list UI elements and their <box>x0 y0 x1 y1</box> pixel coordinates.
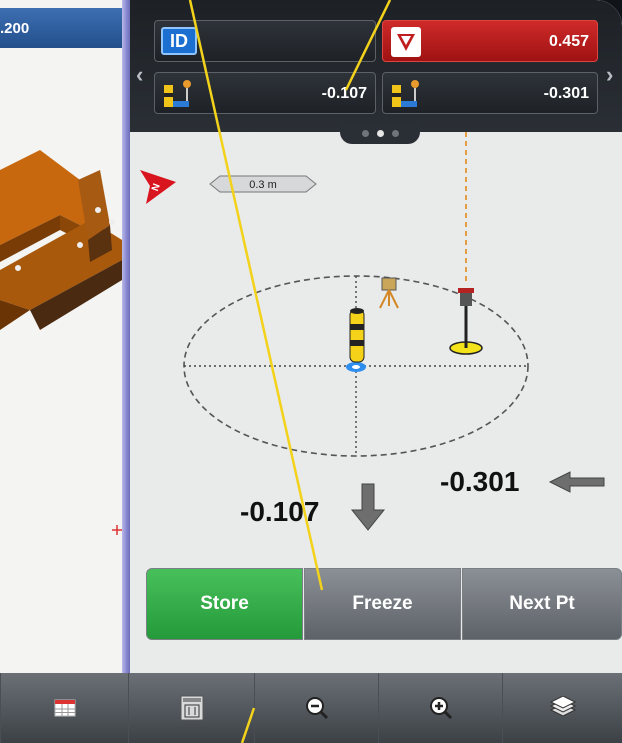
cut-triangle-icon <box>391 27 421 57</box>
id-badge: ID <box>161 27 197 55</box>
cut-fill-field[interactable]: 0.457 <box>382 20 598 62</box>
layers-icon <box>549 696 576 717</box>
offset-rod-icon <box>392 80 419 107</box>
beam-model <box>0 150 122 330</box>
id-field[interactable]: ID <box>154 20 376 62</box>
calculator-button[interactable] <box>128 673 254 743</box>
table-button[interactable] <box>0 673 128 743</box>
offset-right-value: -0.301 <box>543 85 589 102</box>
offset-right-field[interactable]: -0.301 <box>382 72 598 114</box>
layers-button[interactable] <box>502 673 622 743</box>
map-view[interactable]: .200 <box>0 0 130 673</box>
offset-left-value: -0.107 <box>321 85 367 102</box>
zoom-in-button[interactable] <box>378 673 502 743</box>
right-offset-label: -0.301 <box>440 466 520 497</box>
zoom-out-icon <box>305 697 328 720</box>
readout-header: ‹ › ID 0.457 -0.107 -0.301 <box>130 0 622 132</box>
down-offset-label: -0.107 <box>240 496 320 527</box>
next-point-button[interactable]: Next Pt <box>462 568 622 640</box>
prev-page-icon[interactable]: ‹ <box>136 62 143 88</box>
bottom-toolbar <box>0 673 622 743</box>
stakeout-graphic[interactable]: N 0.3 m -0.301 -0.107 <box>130 132 622 562</box>
cut-fill-value: 0.457 <box>548 33 589 50</box>
scale-bar: 0.3 m <box>209 175 317 193</box>
freeze-button[interactable]: Freeze <box>304 568 461 640</box>
offset-left-field[interactable]: -0.107 <box>154 72 376 114</box>
svg-text:0.3 m: 0.3 m <box>249 179 277 191</box>
store-button[interactable]: Store <box>146 568 303 640</box>
stakeout-panel: ‹ › ID 0.457 -0.107 -0.301 N 0.3 m -0.30… <box>130 0 622 673</box>
zoom-out-button[interactable] <box>254 673 378 743</box>
offset-rod-icon <box>164 80 191 107</box>
table-icon <box>54 699 75 717</box>
panel-divider[interactable] <box>122 0 130 673</box>
target-point <box>346 362 366 372</box>
prism-pole-icon <box>449 288 483 355</box>
rover-rod-icon <box>349 308 365 363</box>
total-station-icon <box>379 277 399 309</box>
arrow-down-icon <box>350 483 386 531</box>
arrow-left-icon <box>548 471 605 493</box>
north-arrow-icon: N <box>140 170 176 204</box>
map-crosshair <box>112 525 122 535</box>
next-page-icon[interactable]: › <box>606 62 613 88</box>
map-canvas[interactable] <box>0 0 130 673</box>
calculator-icon <box>180 695 203 721</box>
zoom-in-icon <box>429 697 452 720</box>
